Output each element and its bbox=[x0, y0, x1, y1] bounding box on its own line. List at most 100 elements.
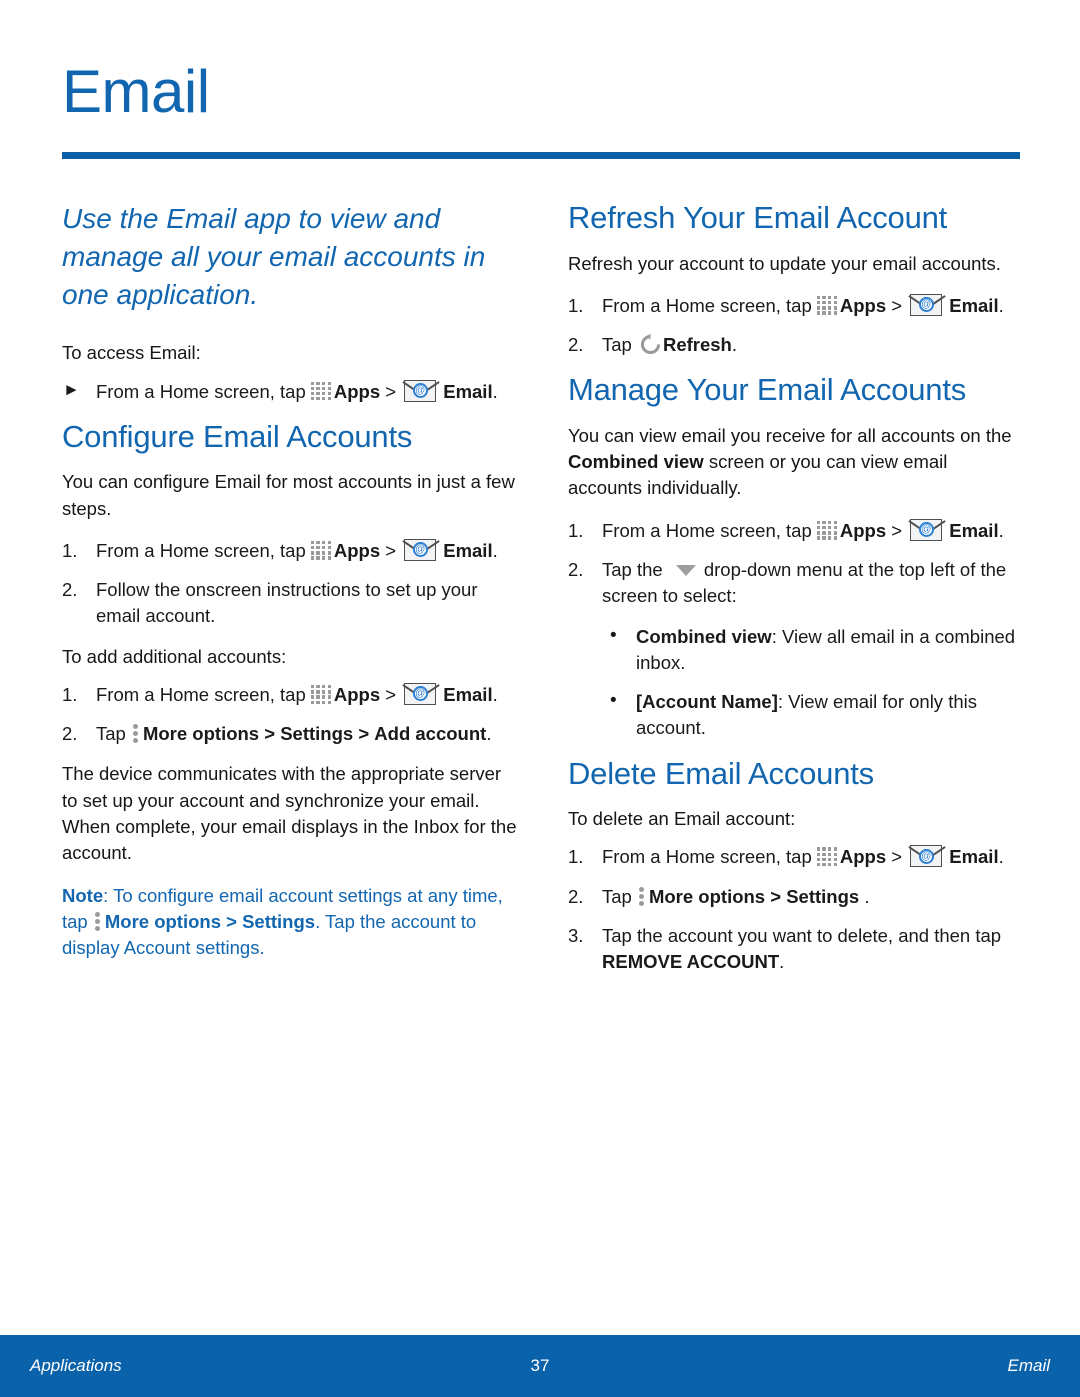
period: . bbox=[998, 294, 1004, 316]
period: . bbox=[731, 334, 737, 356]
manage-steps: 1. From a Home screen, tap Apps > @ Emai… bbox=[568, 518, 1023, 610]
email-label: Email bbox=[443, 539, 493, 561]
step-number: 2. bbox=[62, 579, 78, 601]
step-prefix: From a Home screen, tap bbox=[602, 519, 812, 541]
access-lead: To access Email: bbox=[62, 342, 201, 364]
step-text: Follow the onscreen instructions to set … bbox=[96, 579, 478, 627]
step-number: 2. bbox=[568, 885, 584, 907]
settings-label: Settings bbox=[242, 910, 316, 932]
separator: > bbox=[226, 910, 237, 932]
refresh-intro: Refresh your account to update your emai… bbox=[568, 252, 1001, 274]
apps-label: Apps bbox=[333, 539, 381, 561]
combined-view-label: Combined view bbox=[568, 451, 704, 473]
step-number: 1. bbox=[62, 539, 78, 561]
settings-label: Settings bbox=[786, 885, 860, 907]
section-heading-manage: Manage Your Email Accounts bbox=[568, 372, 967, 408]
step-prefix: From a Home screen, tap bbox=[96, 380, 306, 402]
more-options-vertical-dots-icon bbox=[638, 886, 647, 907]
step-number: 2. bbox=[62, 723, 78, 745]
email-envelope-icon: @ bbox=[402, 538, 440, 563]
list-item: 1. From a Home screen, tap Apps > @ Emai… bbox=[62, 538, 517, 564]
list-item: 2. Tap More options > Settings . bbox=[568, 884, 1023, 910]
step-number: 1. bbox=[568, 519, 584, 541]
bullet-dot-icon: • bbox=[610, 690, 617, 712]
chevron-down-triangle-icon bbox=[675, 565, 696, 577]
step-text: Tap the account you want to delete, and … bbox=[602, 924, 1002, 946]
left-column: Use the Email app to view and manage all… bbox=[62, 200, 517, 961]
period: . bbox=[492, 380, 498, 402]
apps-grid-icon bbox=[816, 847, 839, 867]
step-prefix: From a Home screen, tap bbox=[602, 846, 812, 868]
email-label: Email bbox=[443, 683, 493, 705]
list-item: • [Account Name]: View email for only th… bbox=[602, 689, 1023, 742]
page-footer: Applications 37 Email bbox=[0, 1335, 1080, 1397]
page-title: Email bbox=[62, 58, 210, 125]
list-item: • Combined view: View all email in a com… bbox=[602, 624, 1023, 677]
bullet-dot-icon: • bbox=[610, 624, 617, 646]
separator: > bbox=[770, 885, 782, 907]
footer-topic-label: Email bbox=[1007, 1356, 1050, 1375]
more-options-label: More options bbox=[648, 885, 766, 907]
separator: > bbox=[891, 294, 903, 316]
list-item: 1. From a Home screen, tap Apps > @ Emai… bbox=[568, 518, 1023, 544]
bullet-bold-label: Combined view bbox=[636, 625, 772, 647]
more-options-vertical-dots-icon bbox=[94, 911, 103, 932]
manage-intro-a: You can view email you receive for all a… bbox=[568, 424, 1012, 446]
period: . bbox=[492, 683, 498, 705]
list-item: 1. From a Home screen, tap Apps > @ Emai… bbox=[568, 293, 1023, 319]
more-options-vertical-dots-icon bbox=[132, 723, 141, 744]
email-envelope-icon: @ bbox=[402, 682, 440, 707]
list-item: 2. Tap Refresh. bbox=[568, 332, 1023, 358]
intro-paragraph: Use the Email app to view and manage all… bbox=[62, 203, 486, 311]
apps-grid-icon bbox=[310, 684, 333, 705]
list-item: 2. Follow the onscreen instructions to s… bbox=[62, 577, 517, 630]
separator: > bbox=[385, 683, 397, 705]
apps-label: Apps bbox=[839, 294, 887, 316]
step-text-a: Tap the bbox=[602, 559, 663, 581]
step-prefix: From a Home screen, tap bbox=[602, 294, 812, 316]
footer-page-number: 37 bbox=[530, 1356, 550, 1375]
section-heading-configure: Configure Email Accounts bbox=[62, 418, 413, 454]
email-label: Email bbox=[949, 846, 999, 868]
list-item: 1. From a Home screen, tap Apps > @ Emai… bbox=[62, 682, 517, 708]
apps-grid-icon bbox=[310, 540, 333, 561]
list-item: ► From a Home screen, tap Apps > @ Email… bbox=[62, 379, 517, 405]
more-options-label: More options bbox=[104, 910, 221, 932]
apps-label: Apps bbox=[839, 519, 887, 541]
step-prefix: From a Home screen, tap bbox=[96, 539, 306, 561]
email-label: Email bbox=[443, 380, 493, 402]
list-item: 1. From a Home screen, tap Apps > @ Emai… bbox=[568, 844, 1023, 870]
refresh-steps: 1. From a Home screen, tap Apps > @ Emai… bbox=[568, 293, 1023, 359]
apps-label: Apps bbox=[839, 846, 887, 868]
separator: > bbox=[264, 723, 276, 745]
step-tap: Tap bbox=[96, 723, 126, 745]
more-options-label: More options bbox=[142, 723, 260, 745]
period: . bbox=[779, 951, 785, 973]
step-number: 1. bbox=[568, 294, 584, 316]
note-block: Note: To configure email account setting… bbox=[62, 883, 517, 962]
list-item: 2. Tap the drop-down menu at the top lef… bbox=[568, 557, 1023, 610]
email-envelope-icon: @ bbox=[908, 518, 946, 543]
apps-label: Apps bbox=[333, 683, 381, 705]
separator: > bbox=[891, 846, 903, 868]
step-tap: Tap bbox=[602, 334, 632, 356]
delete-steps: 1. From a Home screen, tap Apps > @ Emai… bbox=[568, 844, 1023, 975]
period: . bbox=[998, 846, 1004, 868]
separator: > bbox=[358, 723, 370, 745]
period: . bbox=[864, 885, 870, 907]
email-label: Email bbox=[949, 519, 999, 541]
access-step-list: ► From a Home screen, tap Apps > @ Email… bbox=[62, 379, 517, 405]
period: . bbox=[492, 539, 498, 561]
add-accounts-steps: 1. From a Home screen, tap Apps > @ Emai… bbox=[62, 682, 517, 748]
manage-bullets: • Combined view: View all email in a com… bbox=[602, 624, 1023, 742]
configure-intro: You can configure Email for most account… bbox=[62, 471, 515, 519]
step-number: 3. bbox=[568, 924, 584, 946]
period: . bbox=[486, 723, 492, 745]
section-heading-delete: Delete Email Accounts bbox=[568, 755, 874, 791]
apps-label: Apps bbox=[333, 380, 381, 402]
apps-grid-icon bbox=[816, 520, 839, 541]
step-number: 2. bbox=[568, 334, 584, 356]
email-envelope-icon: @ bbox=[402, 379, 440, 404]
bullet-bold-label: [Account Name] bbox=[636, 691, 778, 713]
right-column: Refresh Your Email Account Refresh your … bbox=[568, 200, 1023, 990]
